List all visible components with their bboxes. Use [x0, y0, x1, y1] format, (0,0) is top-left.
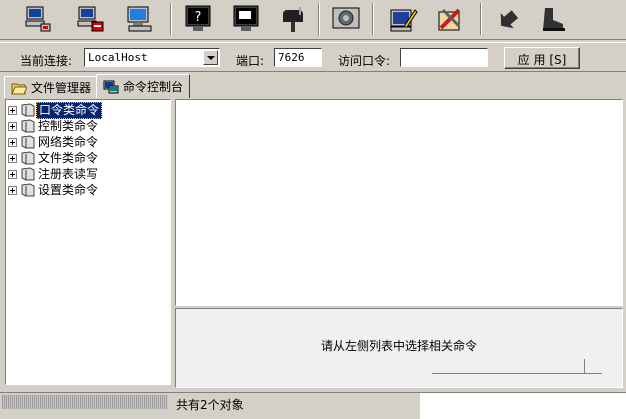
tree-item-label: 控制类命令	[38, 118, 99, 133]
command-tree[interactable]: 口令类命令 控制类命令 网络类命令 文件类命令 注册表读写 设置类命令	[5, 99, 171, 385]
toolbar-help-button[interactable]: ?	[180, 2, 216, 36]
tools-icon	[438, 8, 461, 31]
expand-icon[interactable]	[8, 137, 17, 147]
command-hint-panel: 请从左侧列表中选择相关命令	[175, 308, 623, 388]
tree-item-label: 口令类命令	[36, 101, 103, 119]
tree-item-label: 文件类命令	[38, 150, 99, 165]
toolbar-separator	[318, 3, 320, 35]
expand-icon[interactable]	[8, 185, 17, 195]
tree-item-label: 设置类命令	[38, 182, 99, 197]
toolbar-edit-button[interactable]	[386, 2, 422, 36]
toolbar-separator	[170, 3, 172, 35]
command-output-panel[interactable]	[175, 99, 623, 306]
toolbar-exit-button[interactable]	[534, 2, 570, 36]
tab-strip: 文件管理器 命令控制台	[0, 74, 626, 98]
computer-connect-icon	[25, 6, 51, 32]
book-icon	[21, 167, 35, 181]
port-input[interactable]: 7626	[274, 48, 322, 67]
folder-open-icon	[11, 83, 27, 94]
svg-text:?: ?	[195, 10, 202, 25]
divider	[432, 373, 602, 374]
window-monitor-icon	[233, 5, 259, 31]
tab-command-console-label: 命令控制台	[123, 80, 184, 94]
tree-item-network-commands[interactable]: 网络类命令	[8, 134, 100, 150]
password-label: 访问口令:	[338, 54, 391, 68]
toolbar-connect-button[interactable]	[20, 2, 56, 36]
tree-item-password-commands[interactable]: 口令类命令	[8, 101, 103, 119]
toolbar-screen-button[interactable]	[122, 2, 158, 36]
computer-disconnect-icon	[77, 6, 104, 32]
status-text: 共有2个对象	[176, 398, 244, 412]
screen-monitor-icon	[127, 6, 152, 32]
hint-text: 请从左侧列表中选择相关命令	[320, 339, 477, 353]
current-connection-dropdown[interactable]: LocalHost	[84, 48, 220, 67]
current-connection-value: LocalHost	[88, 51, 148, 64]
tree-item-label: 注册表读写	[38, 166, 99, 181]
toolbar-separator	[480, 3, 482, 35]
book-icon	[21, 151, 35, 165]
expand-icon[interactable]	[8, 105, 17, 115]
status-bar: 共有2个对象	[0, 359, 626, 419]
toolbar-tools-button[interactable]	[432, 2, 468, 36]
toolbar-window-button[interactable]	[228, 2, 264, 36]
expand-icon[interactable]	[8, 121, 17, 131]
expand-icon[interactable]	[8, 169, 17, 179]
chevron-down-icon[interactable]	[203, 50, 218, 65]
current-connection-label: 当前连接:	[20, 54, 73, 68]
connection-bar: 当前连接: LocalHost 端口: 7626 访问口令: 应 用 [S]	[0, 42, 626, 72]
book-icon	[21, 119, 35, 133]
toolbar-disconnect-button[interactable]	[72, 2, 108, 36]
back-arrow-icon	[500, 10, 519, 29]
divider	[584, 359, 585, 373]
status-blank-area	[420, 359, 626, 419]
toolbar: ?	[0, 0, 626, 40]
tree-item-registry[interactable]: 注册表读写	[8, 166, 100, 182]
apply-button[interactable]: 应 用 [S]	[504, 47, 580, 69]
mailbox-icon	[283, 7, 303, 32]
tree-item-file-commands[interactable]: 文件类命令	[8, 150, 100, 166]
tree-item-label: 网络类命令	[38, 134, 99, 149]
tree-item-control-commands[interactable]: 控制类命令	[8, 118, 100, 134]
settings-gear-icon	[332, 7, 360, 29]
book-icon	[21, 135, 35, 149]
toolbar-mailbox-button[interactable]	[276, 2, 312, 36]
status-progress	[2, 395, 168, 409]
password-input[interactable]	[400, 48, 488, 67]
tree-item-settings-commands[interactable]: 设置类命令	[8, 182, 100, 198]
tab-command-console[interactable]: 命令控制台	[96, 74, 191, 98]
toolbar-back-button[interactable]	[490, 2, 526, 36]
help-monitor-icon: ?	[185, 5, 211, 31]
expand-icon[interactable]	[8, 153, 17, 163]
toolbar-separator	[372, 3, 374, 35]
port-label: 端口:	[236, 54, 265, 68]
edit-pen-icon	[390, 9, 418, 32]
boot-exit-icon	[543, 8, 565, 31]
tab-file-manager-label: 文件管理器	[31, 81, 92, 95]
book-icon	[21, 103, 35, 117]
book-icon	[21, 183, 35, 197]
tab-file-manager[interactable]: 文件管理器	[4, 76, 99, 98]
toolbar-settings-button[interactable]	[328, 2, 364, 36]
console-icon	[103, 80, 119, 93]
